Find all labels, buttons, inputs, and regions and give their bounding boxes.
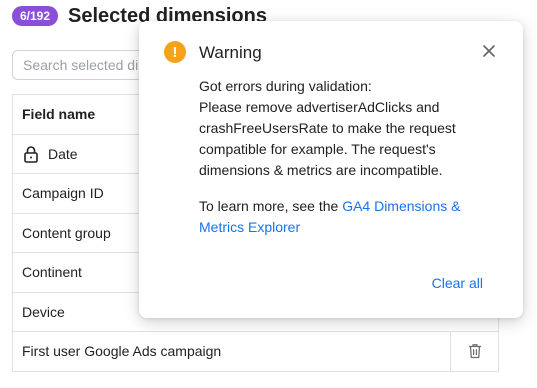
row-label: Date	[48, 145, 78, 162]
message-text: Please remove advertiserAdClicks and cra…	[199, 99, 456, 178]
row-label: Continent	[22, 264, 82, 281]
message-line-1: Got errors during validation:	[199, 78, 372, 94]
warning-dialog: ! Warning Got errors during validation: …	[139, 21, 523, 318]
learn-more-prefix: To learn more, see the	[199, 198, 343, 214]
trash-icon	[468, 344, 481, 359]
row-label: First user Google Ads campaign	[22, 343, 222, 360]
close-icon[interactable]	[481, 43, 497, 59]
selected-count-badge: 6/192	[12, 6, 59, 26]
lock-icon	[24, 145, 38, 163]
row-label: Device	[22, 303, 65, 320]
clear-all-button[interactable]: Clear all	[432, 275, 483, 291]
row-label: Campaign ID	[22, 185, 104, 202]
warning-icon: !	[164, 41, 186, 63]
learn-more-text: To learn more, see the GA4 Dimensions & …	[199, 196, 499, 238]
table-row[interactable]: First user Google Ads campaign	[13, 332, 498, 372]
dialog-message: Got errors during validation: Please rem…	[199, 76, 499, 238]
dialog-title: Warning	[199, 43, 262, 62]
remove-row-button[interactable]	[450, 332, 498, 371]
row-label: Content group	[22, 224, 111, 241]
column-header-field-name: Field name	[22, 106, 96, 123]
